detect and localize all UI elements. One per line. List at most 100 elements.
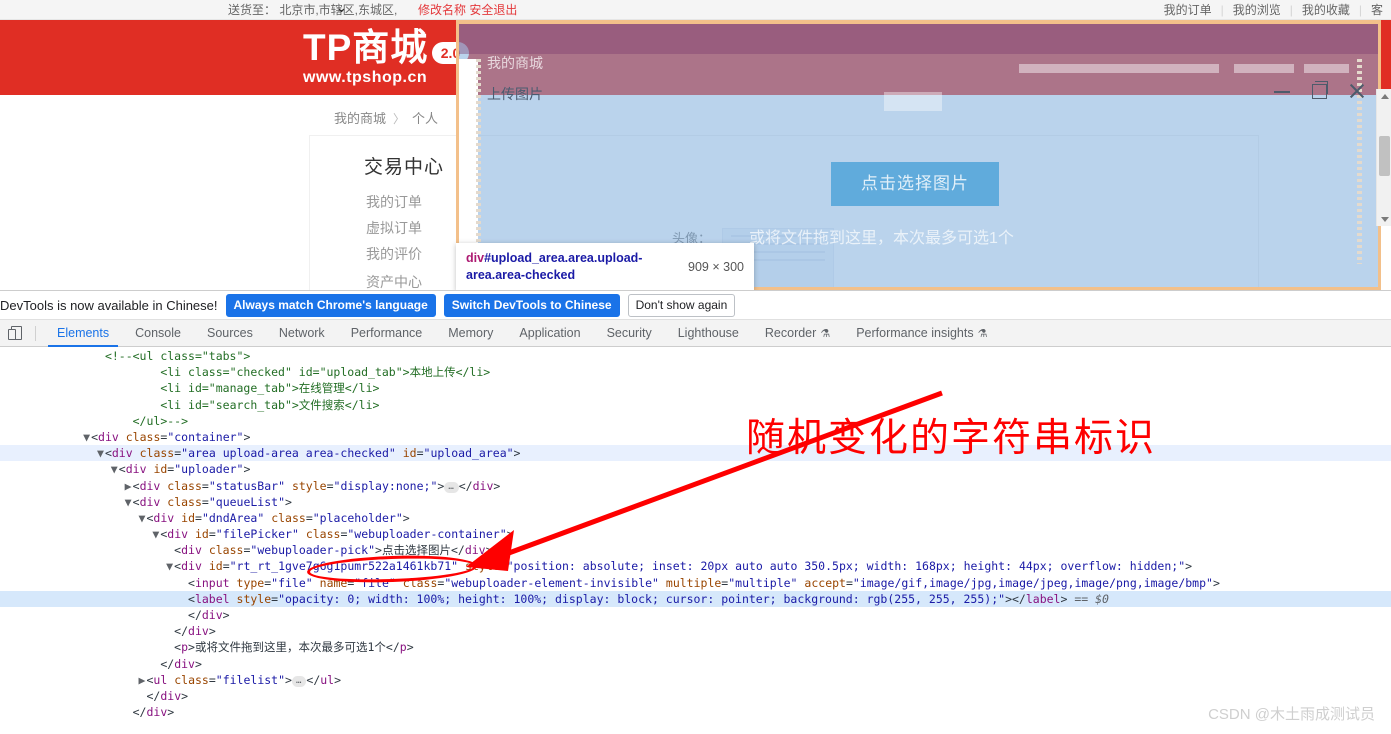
tabbar-divider	[35, 326, 36, 341]
sidebar-item-my-orders[interactable]: 我的订单	[366, 192, 422, 212]
devtools-tabbar: ElementsConsoleSourcesNetworkPerformance…	[0, 320, 1391, 347]
devtools-tab-performance[interactable]: Performance	[338, 320, 436, 347]
devtools-tab-recorder[interactable]: Recorder⚗	[752, 320, 843, 347]
header-ghost-bar-1	[1019, 64, 1219, 73]
logo-url: www.tpshop.cn	[303, 69, 428, 87]
annotation-label: 随机变化的字符串标识	[746, 407, 1156, 463]
chevron-down-icon[interactable]: ⌄	[336, 0, 347, 16]
scroll-up-arrow-icon[interactable]	[1377, 89, 1391, 103]
site-top-utility-bar: 送货至： 北京市,市辖区,东城区, ⌄ 修改名称 安全退出 我的订单|我的浏览|…	[0, 0, 1391, 20]
nav-link-my-favorites[interactable]: 我的收藏	[1302, 3, 1350, 17]
dom-tree-line[interactable]: ▼<div class="queueList">	[0, 494, 1391, 510]
dom-tree-line[interactable]: <p>或将文件拖到这里，本次最多可选1个</p>	[0, 639, 1391, 655]
nav-link-my-orders[interactable]: 我的订单	[1164, 3, 1212, 17]
dom-tree-line[interactable]: ▼<div id="uploader">	[0, 461, 1391, 477]
element-selector-text: div#upload_area.area.upload-area.area-ch…	[466, 250, 680, 284]
breadcrumb-home[interactable]: 我的商城	[334, 111, 386, 126]
devtools-language-notice: DevTools is now available in Chinese! Al…	[0, 291, 1391, 320]
shipping-location-label[interactable]: 送货至： 北京市,市辖区,东城区,	[228, 1, 397, 18]
devtools-tab-performance-insights[interactable]: Performance insights⚗	[843, 320, 1000, 347]
dom-tree-line[interactable]: <!--<ul class="tabs">	[0, 348, 1391, 364]
devtools-panel: DevTools is now available in Chinese! Al…	[0, 290, 1391, 731]
dom-tree-line[interactable]: <label style="opacity: 0; width: 100%; h…	[0, 591, 1391, 607]
top-nav-links: 我的订单|我的浏览|我的收藏|客	[1164, 1, 1383, 18]
dom-tree-line[interactable]: <li class="checked" id="upload_tab">本地上传…	[0, 364, 1391, 380]
dom-tree-line[interactable]: </div>	[0, 704, 1391, 720]
inspect-element-icon[interactable]	[8, 325, 25, 342]
dom-tree-line[interactable]: <input type="file" name="file" class="we…	[0, 575, 1391, 591]
scrollbar-thumb[interactable]	[1379, 136, 1390, 176]
element-dimensions: 909 × 300	[680, 259, 744, 276]
nav-link-service[interactable]: 客	[1371, 3, 1383, 17]
close-icon[interactable]	[1348, 82, 1366, 100]
minimize-icon[interactable]	[1273, 82, 1291, 100]
devtools-tab-sources[interactable]: Sources	[194, 320, 266, 347]
expand-triangle-icon: ▼	[83, 429, 91, 445]
dom-tree-line[interactable]: ▶<ul class="filelist">…</ul>	[0, 672, 1391, 688]
devtools-tab-security[interactable]: Security	[594, 320, 665, 347]
element-highlight-tooltip: div#upload_area.area.upload-area.area-ch…	[456, 243, 754, 290]
breadcrumb: 我的商城〉个人	[334, 108, 438, 127]
maximize-icon[interactable]	[1312, 84, 1327, 99]
expand-triangle-icon: ▼	[125, 494, 133, 510]
drop-file-hint: 或将文件拖到这里，本次最多可选1个	[749, 224, 1014, 248]
breadcrumb-current: 个人	[412, 111, 438, 126]
expand-triangle-icon: ▼	[166, 558, 174, 574]
dom-tree-line[interactable]: <div class="webuploader-pick">点击选择图片</di…	[0, 542, 1391, 558]
modal-header-tint	[459, 24, 1378, 54]
devtools-tab-memory[interactable]: Memory	[435, 320, 506, 347]
expand-triangle-icon: ▼	[97, 445, 105, 461]
site-logo[interactable]: TP商城 www.tpshop.cn	[303, 28, 428, 87]
breadcrumb-separator-icon: 〉	[393, 112, 405, 126]
dom-tree-line[interactable]: ▶<div class="statusBar" style="display:n…	[0, 478, 1391, 494]
experiment-flask-icon: ⚗	[978, 328, 988, 340]
sidebar-item-asset-center[interactable]: 资产中心	[366, 272, 422, 290]
modal-title: 上传图片	[487, 84, 543, 104]
dont-show-again-button[interactable]: Don't show again	[628, 294, 736, 317]
devtools-tab-network[interactable]: Network	[266, 320, 338, 347]
header-ghost-box	[884, 92, 942, 111]
notice-message: DevTools is now available in Chinese!	[0, 298, 218, 313]
dom-tree-line[interactable]: <li id="search_tab">文件搜索</li>	[0, 397, 1391, 413]
dom-tree-line[interactable]: </ul>-->	[0, 413, 1391, 429]
pick-image-button[interactable]: 点击选择图片	[831, 162, 999, 206]
dom-tree-line[interactable]: ▼<div class="container">	[0, 429, 1391, 445]
switch-to-chinese-button[interactable]: Switch DevTools to Chinese	[444, 294, 620, 317]
modal-left-dashed-strip	[476, 59, 481, 264]
dom-tree-line[interactable]: </div>	[0, 607, 1391, 623]
dom-tree-line[interactable]: </div>	[0, 656, 1391, 672]
nav-link-my-views[interactable]: 我的浏览	[1233, 3, 1281, 17]
browser-page-viewport: 送货至： 北京市,市辖区,东城区, ⌄ 修改名称 安全退出 我的订单|我的浏览|…	[0, 0, 1391, 290]
devtools-tab-elements[interactable]: Elements	[44, 320, 122, 347]
page-scrollbar[interactable]	[1376, 89, 1391, 226]
sidebar-item-virtual-orders[interactable]: 虚拟订单	[366, 218, 422, 238]
modal-window-controls	[1273, 82, 1366, 100]
sidebar-title: 交易中心	[364, 152, 444, 179]
element-selector-classes: #upload_area.area.upload-area.area-check…	[466, 251, 642, 282]
ellipsis-icon: …	[292, 676, 306, 687]
dom-tree-line[interactable]: </div>	[0, 688, 1391, 704]
devtools-tab-console[interactable]: Console	[122, 320, 194, 347]
logo-text: TP商城	[303, 28, 428, 68]
dom-tree-line[interactable]: </div>	[0, 623, 1391, 639]
experiment-flask-icon: ⚗	[820, 328, 830, 340]
scroll-down-arrow-icon[interactable]	[1377, 212, 1391, 226]
account-actions[interactable]: 修改名称 安全退出	[418, 1, 517, 18]
collapse-triangle-icon: ▶	[125, 478, 133, 494]
dom-tree-line[interactable]: ▼<div id="rt_rt_1gve7g6g1pumr522a1461kb7…	[0, 558, 1391, 574]
dom-tree-line[interactable]: ▼<div id="filePicker" class="webuploader…	[0, 526, 1391, 542]
element-tag-name: div	[466, 251, 484, 265]
devtools-tab-application[interactable]: Application	[506, 320, 593, 347]
modal-mall-name: 我的商城	[487, 53, 543, 73]
devtools-tab-lighthouse[interactable]: Lighthouse	[665, 320, 752, 347]
csdn-watermark: CSDN @木土雨成测试员	[1208, 703, 1375, 724]
expand-triangle-icon: ▼	[111, 461, 119, 477]
dom-tree-line[interactable]: ▼<div class="area upload-area area-check…	[0, 445, 1391, 461]
dom-tree[interactable]: <!--<ul class="tabs"> <li class="checked…	[0, 347, 1391, 734]
dom-tree-line[interactable]: ▼<div id="dndArea" class="placeholder">	[0, 510, 1391, 526]
dom-tree-line[interactable]: <li id="manage_tab">在线管理</li>	[0, 380, 1391, 396]
ellipsis-icon: …	[444, 482, 458, 493]
header-ghost-bar-3	[1304, 64, 1349, 73]
always-match-language-button[interactable]: Always match Chrome's language	[226, 294, 436, 317]
sidebar-item-my-reviews[interactable]: 我的评价	[366, 244, 422, 264]
